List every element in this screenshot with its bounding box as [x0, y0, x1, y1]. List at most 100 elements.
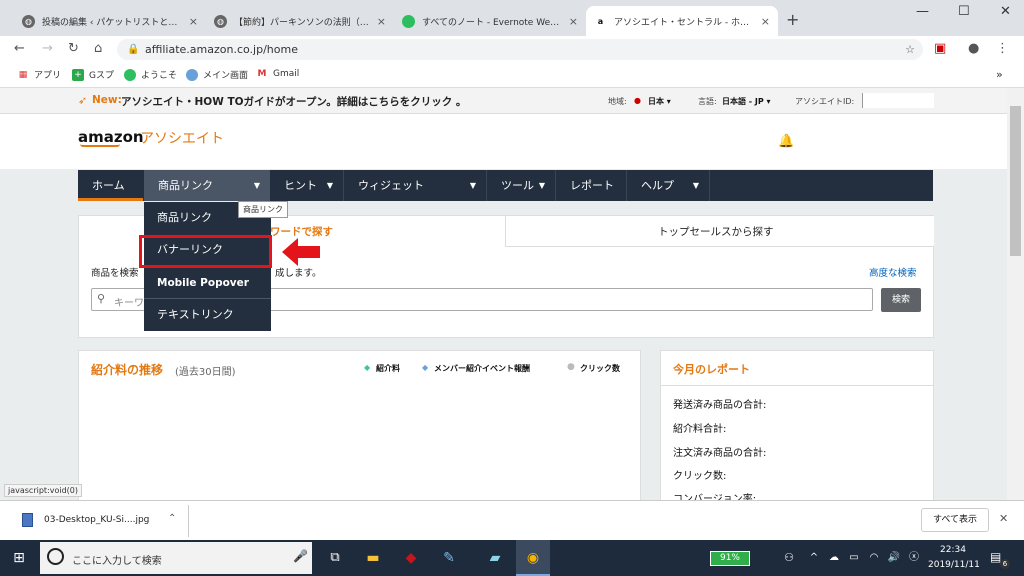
nav-reports[interactable]: レポート: [556, 170, 626, 201]
wifi-icon[interactable]: ◠: [864, 540, 884, 576]
red-arrow-icon: [282, 238, 320, 266]
url-bar[interactable]: 🔒 affiliate.amazon.co.jp/home ☆: [117, 39, 923, 60]
nav-hints[interactable]: ヒント ▼: [270, 170, 343, 201]
tab-close-icon[interactable]: ×: [189, 15, 198, 28]
notification-count: 6: [1000, 559, 1010, 569]
extension-icon[interactable]: ▣: [934, 41, 946, 56]
back-arrow-icon[interactable]: ←: [14, 41, 25, 56]
url-text: affiliate.amazon.co.jp/home: [145, 43, 298, 56]
volume-icon[interactable]: 🔊: [884, 540, 904, 576]
nav-widgets[interactable]: ウィジェット ▼: [344, 170, 486, 201]
monthly-report-card: 今月のレポート 発送済み商品の合計: 紹介料合計: 注文済み商品の合計: クリッ…: [660, 350, 934, 500]
file-explorer-icon[interactable]: ▬: [356, 540, 390, 576]
menu-item-text-link[interactable]: テキストリンク: [144, 299, 271, 331]
download-item[interactable]: 03-Desktop_KU-Si....jpg ⌃: [8, 505, 186, 537]
report-row: 発送済み商品の合計:: [673, 400, 767, 411]
taskbar-search-box[interactable]: ここに入力して検索 🎤: [40, 542, 312, 574]
nav-home[interactable]: ホーム: [78, 170, 143, 201]
wordpress-icon: ◍: [22, 14, 35, 28]
mcafee-icon[interactable]: ◆: [394, 540, 428, 576]
advanced-search-link[interactable]: 高度な検索: [869, 265, 917, 279]
nav-help[interactable]: ヘルプ ▼: [627, 170, 709, 201]
menu-dots-icon[interactable]: ⋮: [996, 41, 1009, 56]
bookmark-apps[interactable]: ▦ アプリ: [17, 68, 62, 82]
tab-associate-central[interactable]: a アソシエイト・セントラル - ホーム ×: [586, 6, 778, 36]
nav-tools[interactable]: ツール ▼: [487, 170, 555, 201]
cloud-icon[interactable]: ☁: [824, 540, 844, 576]
menu-item-mobile-popover[interactable]: Mobile Popover: [144, 267, 271, 299]
bookmarks-overflow[interactable]: »: [996, 68, 1003, 81]
profile-icon[interactable]: ●: [968, 41, 979, 56]
home-icon[interactable]: ⌂: [94, 41, 102, 56]
page-scrollbar[interactable]: [1007, 88, 1024, 500]
reload-icon[interactable]: ↻: [68, 41, 79, 56]
bookmark-label: メイン画面: [203, 71, 249, 81]
maximize-button[interactable]: ☐: [958, 4, 970, 19]
clock-date[interactable]: 2019/11/11: [928, 560, 980, 570]
tab-parkinson[interactable]: ◍ 【節約】パーキンソンの法則（お金編） ×: [206, 6, 394, 36]
bookmark-star-icon[interactable]: ☆: [905, 39, 915, 60]
clock-time[interactable]: 22:34: [940, 545, 966, 555]
task-view-icon[interactable]: ⧉: [318, 540, 352, 576]
bell-icon[interactable]: 🔔: [778, 134, 794, 149]
bookmarks-bar: ▦ アプリ + Gスプ ようこそ メイン画面 M Gmail »: [0, 62, 1024, 88]
caret-down-icon: ▼: [469, 181, 476, 190]
forward-arrow-icon[interactable]: →: [42, 41, 53, 56]
search-button[interactable]: 検索: [881, 288, 921, 312]
nav-label: レポート: [570, 179, 614, 192]
new-tab-button[interactable]: +: [786, 10, 799, 29]
minimize-button[interactable]: —: [916, 4, 929, 19]
legend-item[interactable]: 紹介料: [376, 363, 400, 374]
divider: [188, 505, 189, 537]
report-row: コンバージョン率:: [673, 494, 757, 500]
tab-close-icon[interactable]: ×: [377, 15, 386, 28]
bookmark-gmail[interactable]: M Gmail: [256, 68, 300, 80]
region-select[interactable]: 日本 ▾: [648, 96, 671, 107]
report-row: クリック数:: [673, 471, 727, 482]
notes-app-icon[interactable]: ▰: [478, 540, 512, 576]
nav-product-links[interactable]: 商品リンク ▼: [144, 170, 270, 201]
people-icon[interactable]: ⚇: [772, 540, 806, 576]
nav-label: ウィジェット: [358, 179, 424, 192]
bookmark-label: ようこそ: [141, 71, 178, 81]
close-circle-icon[interactable]: ⓧ: [904, 540, 924, 576]
bookmark-gspu[interactable]: + Gスプ: [72, 68, 114, 81]
app-icon[interactable]: ✎: [432, 540, 466, 576]
windows-start-icon[interactable]: ⊞: [2, 540, 36, 576]
bookmark-label: Gスプ: [89, 71, 114, 81]
legend-item[interactable]: メンバー紹介イベント報酬: [434, 363, 530, 374]
battery-indicator[interactable]: 91%: [710, 551, 750, 566]
close-window-button[interactable]: ✕: [1000, 4, 1011, 19]
associate-id-label: アソシエイトID:: [795, 97, 855, 106]
tab-title: 【節約】パーキンソンの法則（お金編）: [234, 17, 371, 28]
chevron-up-icon[interactable]: ^: [804, 540, 824, 576]
close-icon[interactable]: ✕: [999, 512, 1008, 525]
download-bar: 03-Desktop_KU-Si....jpg ⌃ すべて表示 ✕: [0, 500, 1024, 540]
download-filename: 03-Desktop_KU-Si....jpg: [44, 515, 150, 525]
tab-top-sellers[interactable]: トップセールスから探す: [505, 216, 934, 247]
search-placeholder: キーワ: [114, 298, 144, 309]
announcement-link[interactable]: アソシエイト・HOW TOガイドがオープン。詳細はこちらをクリック 。: [121, 94, 466, 109]
bookmark-main[interactable]: メイン画面: [186, 68, 248, 81]
tab-close-icon[interactable]: ×: [569, 15, 578, 28]
legend-item[interactable]: クリック数: [580, 363, 620, 374]
language-select[interactable]: 日本語 - JP ▾: [722, 96, 771, 107]
tab-title: 投稿の編集 ‹ パケットリストと経済的: [42, 17, 183, 28]
associate-id-field[interactable]: [862, 93, 934, 108]
region-label: 地域:: [608, 97, 627, 106]
chevron-up-icon[interactable]: ⌃: [168, 513, 176, 524]
battery-icon[interactable]: ▭: [844, 540, 864, 576]
scrollbar-thumb[interactable]: [1010, 106, 1021, 256]
show-all-button[interactable]: すべて表示: [921, 508, 989, 532]
microphone-icon[interactable]: 🎤: [293, 549, 308, 563]
bookmark-welcome[interactable]: ようこそ: [124, 68, 177, 81]
tab-post-edit[interactable]: ◍ 投稿の編集 ‹ パケットリストと経済的 ×: [14, 6, 206, 36]
tooltip: 商品リンク: [238, 201, 288, 218]
tab-evernote[interactable]: すべてのノート - Evernote Web 版 ×: [394, 6, 586, 36]
bookmark-label: アプリ: [34, 71, 62, 81]
address-toolbar: ← → ↻ ⌂ 🔒 affiliate.amazon.co.jp/home ☆ …: [0, 36, 1024, 62]
chrome-icon[interactable]: ◉: [516, 540, 550, 576]
tab-close-icon[interactable]: ×: [761, 15, 770, 28]
main-nav: ホーム 商品リンク ▼ ヒント ▼ ウィジェット ▼ ツール ▼ レポート ヘルプ ▼: [78, 170, 933, 201]
evernote-icon: [124, 68, 136, 81]
